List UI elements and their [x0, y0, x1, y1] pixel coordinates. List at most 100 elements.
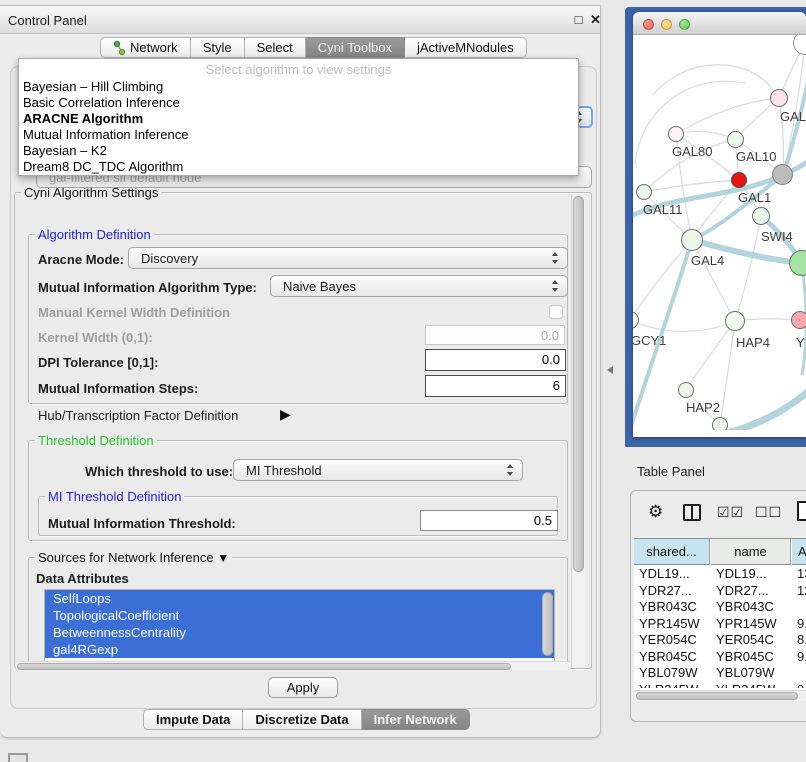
node-hap4[interactable] [725, 311, 745, 331]
node-gal1[interactable] [731, 172, 747, 188]
cell-extra: 13 [792, 566, 806, 583]
attributes-scrollbar-thumb[interactable] [542, 592, 553, 656]
column-header-shared-name[interactable]: shared... [634, 539, 710, 565]
algorithm-option-selected[interactable]: ARACNE Algorithm [19, 111, 578, 127]
cell-shared-name: YPR145W [634, 616, 710, 633]
tab-cyni-toolbox[interactable]: Cyni Toolbox [306, 37, 405, 58]
close-traffic-light-icon[interactable] [643, 19, 654, 30]
node-swi4[interactable] [752, 207, 770, 225]
apply-button[interactable]: Apply [268, 677, 338, 698]
dpi-tolerance-field[interactable]: 0.0 [425, 349, 566, 371]
node-gal80[interactable] [668, 126, 684, 142]
node-gal10[interactable] [727, 131, 744, 148]
table-row[interactable]: YPR145W YPR145W 9. [634, 616, 806, 633]
manual-kernel-label: Manual Kernel Width Definition [38, 305, 230, 320]
table-row[interactable]: YBR045C YBR045C 9. [634, 649, 806, 666]
algorithm-option[interactable]: Bayesian – Hill Climbing [19, 79, 578, 95]
cell-shared-name: YDL19... [634, 566, 710, 583]
collapsed-arrow-icon[interactable]: ▶ [280, 406, 291, 423]
minimize-traffic-light-icon[interactable] [661, 19, 672, 30]
aracne-mode-combo[interactable]: Discovery [128, 247, 568, 269]
node[interactable] [791, 311, 806, 329]
close-icon[interactable]: ✕ [588, 12, 603, 27]
cell-extra: 8. [792, 632, 806, 649]
mi-threshold-field[interactable]: 0.5 [420, 510, 558, 531]
node[interactable] [770, 89, 788, 107]
file-icon[interactable] [797, 501, 806, 521]
algorithm-option[interactable]: Basic Correlation Inference [19, 95, 578, 111]
settings-hscrollbar-thumb[interactable] [17, 663, 511, 670]
hub-section-label[interactable]: Hub/Transcription Factor Definition [38, 408, 238, 423]
tab-label: Impute Data [156, 712, 230, 727]
node-hap2[interactable] [678, 382, 694, 398]
tab-jactivemnodules[interactable]: jActiveMNodules [405, 37, 527, 58]
settings-vertical-scrollbar[interactable] [571, 194, 585, 667]
cell-extra: 9. [792, 616, 806, 633]
attribute-item[interactable]: BetweennessCentrality [45, 624, 554, 641]
which-threshold-label: Which threshold to use: [85, 464, 233, 479]
mi-type-combo[interactable]: Naive Bayes [270, 275, 568, 297]
column-header-name[interactable]: name [711, 539, 791, 565]
network-canvas[interactable]: GAL GAL80 GAL10 GAL1 GAL11 SWI4 GAL4 GCY… [633, 35, 806, 430]
table-row[interactable]: YDR27... YDR27... 12 [634, 583, 806, 600]
mi-steps-label: Mutual Information Steps: [38, 381, 198, 396]
tab-network[interactable]: Network [100, 37, 191, 58]
table-row[interactable]: YDL19... YDL19... 13 [634, 566, 806, 583]
tab-impute-data[interactable]: Impute Data [143, 709, 243, 730]
dock-panel-icon[interactable] [8, 753, 28, 762]
control-panel-title: Control Panel [8, 13, 87, 28]
control-panel-titlebar: Control Panel □ ✕ [0, 6, 600, 34]
which-threshold-value: MI Threshold [246, 463, 322, 478]
table-hscrollbar-thumb[interactable] [636, 692, 798, 700]
algorithm-option[interactable]: Bayesian – K2 [19, 143, 578, 159]
gear-icon[interactable]: ⚙ [648, 502, 663, 522]
float-icon[interactable]: □ [571, 12, 586, 27]
select-all-columns-icon[interactable]: ☑☑ [717, 504, 744, 521]
table-row[interactable]: YLR345W YLR345W 9. [634, 682, 806, 689]
manual-kernel-checkbox[interactable] [549, 305, 563, 319]
column-header-extra[interactable]: A [792, 539, 806, 565]
attributes-list-scrollbar[interactable] [541, 590, 554, 662]
node[interactable] [772, 164, 793, 185]
table-row[interactable]: YBL079W YBL079W [634, 665, 806, 682]
algorithm-option[interactable]: Mutual Information Inference [19, 127, 578, 143]
node-label: GAL4 [691, 253, 724, 268]
settings-horizontal-scrollbar[interactable] [16, 661, 570, 670]
node-gal4[interactable] [681, 229, 703, 251]
cell-extra: 9. [792, 649, 806, 666]
attribute-item[interactable]: SelfLoops [45, 590, 554, 607]
algorithm-dropdown-prompt: Select algorithm to view settings [19, 62, 578, 77]
kernel-width-field[interactable]: 0.0 [425, 325, 565, 345]
settings-scrollbar-thumb[interactable] [573, 196, 584, 572]
algorithm-option[interactable]: Dream8 DC_TDC Algorithm [19, 159, 578, 175]
cell-name: YBR043C [711, 599, 791, 616]
mi-steps-field[interactable]: 6 [425, 375, 566, 397]
expanded-arrow-icon[interactable]: ▼ [217, 551, 229, 565]
cell-name: YBR045C [711, 649, 791, 666]
table-toolbar: ⚙ ☑☑ ☐☐ [631, 491, 806, 536]
tab-select[interactable]: Select [245, 37, 306, 58]
tab-style[interactable]: Style [191, 37, 245, 58]
split-pane-collapse-icon[interactable] [607, 366, 613, 374]
cell-name: YPR145W [711, 616, 791, 633]
table-row[interactable]: YER054C YER054C 8. [634, 632, 806, 649]
which-threshold-combo[interactable]: MI Threshold [233, 459, 523, 481]
screen: Control Panel □ ✕ Network Style Select C… [0, 0, 806, 762]
node-gal11[interactable] [636, 184, 652, 200]
table-horizontal-scrollbar[interactable] [634, 690, 806, 701]
attribute-item[interactable]: TopologicalCoefficient [45, 607, 554, 624]
cell-name: YBL079W [711, 665, 791, 682]
tab-infer-network[interactable]: Infer Network [362, 709, 470, 730]
sources-group-title: Sources for Network Inference ▼ [35, 550, 232, 565]
attribute-item[interactable]: gal4RGexp [45, 641, 554, 658]
tab-discretize-data[interactable]: Discretize Data [243, 709, 361, 730]
node-label: GAL80 [672, 144, 712, 159]
deselect-all-columns-icon[interactable]: ☐☐ [755, 504, 782, 521]
columns-icon[interactable] [683, 504, 701, 521]
node[interactable] [712, 417, 728, 430]
zoom-traffic-light-icon[interactable] [679, 19, 690, 30]
mi-type-label: Mutual Information Algorithm Type: [38, 280, 257, 295]
table-row[interactable]: YBR043C YBR043C [634, 599, 806, 616]
node-label: Y [796, 335, 805, 350]
cell-shared-name: YBL079W [634, 665, 710, 682]
